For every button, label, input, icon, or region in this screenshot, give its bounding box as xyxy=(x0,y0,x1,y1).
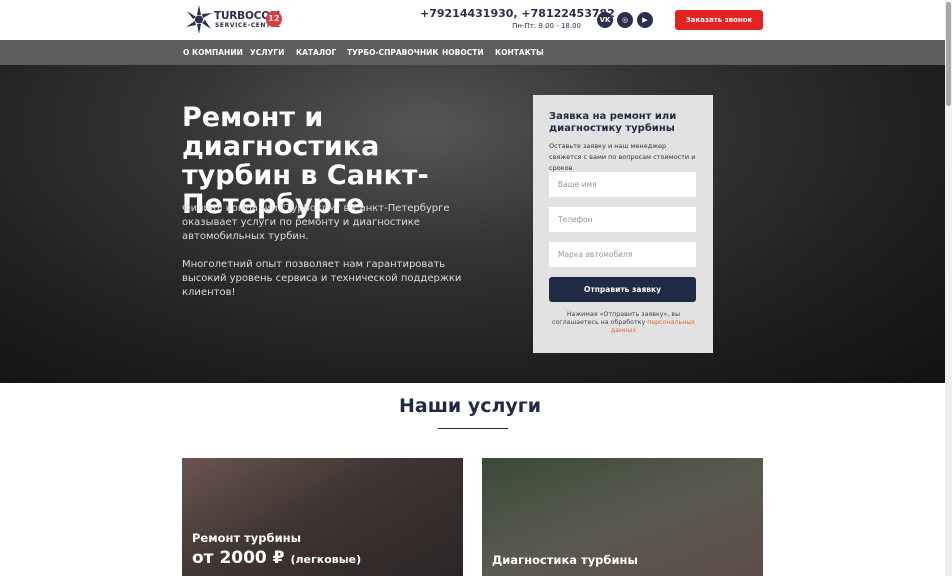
form-title: Заявка на ремонт или диагностику турбины xyxy=(549,111,677,134)
phone-numbers[interactable]: +79214431930, +78122453782 xyxy=(420,7,615,20)
form-description: Оставьте заявку и наш менеджер свяжется … xyxy=(549,142,696,172)
service-card-diagnostics[interactable]: Диагностика турбины xyxy=(482,458,763,576)
service-card-price: от 2000 ₽ (легковые) xyxy=(192,548,361,568)
page: TURBOCOM SERVICE-CENTRE 12 +79214431930,… xyxy=(0,0,945,576)
turbine-logo-icon xyxy=(186,5,212,34)
vk-icon[interactable]: VK xyxy=(597,12,613,28)
nav-item-contacts[interactable]: КОНТАКТЫ xyxy=(495,40,544,65)
request-form: Заявка на ремонт или диагностику турбины… xyxy=(533,95,713,353)
hero-section: Ремонт и диагностика турбин в Санкт-Пете… xyxy=(0,65,945,383)
title-divider xyxy=(438,428,508,429)
working-hours: Пн-Пт: 9.00 - 18.00 xyxy=(512,22,581,30)
car-brand-field[interactable]: Марка автомобиля xyxy=(549,242,696,267)
nav-item-catalog[interactable]: КАТАЛОГ xyxy=(296,40,336,65)
youtube-icon[interactable]: ▶ xyxy=(637,12,653,28)
phone-field[interactable]: Телефон xyxy=(549,207,696,232)
nav-item-news[interactable]: НОВОСТИ xyxy=(442,40,484,65)
service-card-repair[interactable]: Ремонт турбины от 2000 ₽ (легковые) xyxy=(182,458,463,576)
header: TURBOCOM SERVICE-CENTRE 12 +79214431930,… xyxy=(0,0,945,40)
services-title: Наши услуги xyxy=(398,395,542,417)
nav-item-services[interactable]: УСЛУГИ xyxy=(250,40,284,65)
service-card-title: Ремонт турбины xyxy=(192,531,301,545)
main-nav: О КОМПАНИИ УСЛУГИ КАТАЛОГ ТУРБО-СПРАВОЧН… xyxy=(0,40,945,65)
logo-badge: 12 xyxy=(266,11,282,27)
price-value: от 2000 ₽ xyxy=(192,548,285,568)
nav-item-turbo-guide[interactable]: ТУРБО-СПРАВОЧНИК xyxy=(347,40,439,65)
submit-request-button[interactable]: Отправить заявку xyxy=(549,277,696,302)
name-field[interactable]: Ваше имя xyxy=(549,172,696,197)
order-call-button[interactable]: Заказать звонок xyxy=(675,10,763,30)
instagram-icon[interactable]: ◎ xyxy=(617,12,633,28)
hero-paragraph-1: Филиал компании "Турбоком" в Санкт-Петер… xyxy=(182,203,450,242)
nav-item-about[interactable]: О КОМПАНИИ xyxy=(183,40,243,65)
hero-paragraph-2: Многолетний опыт позволяет нам гарантиро… xyxy=(182,259,462,298)
scrollbar-thumb[interactable] xyxy=(946,2,951,106)
consent-text: Нажимая «Отправить заявку», вы соглашает… xyxy=(551,311,696,335)
price-note: (легковые) xyxy=(290,553,362,566)
logo[interactable]: TURBOCOM SERVICE-CENTRE 12 xyxy=(184,3,282,36)
service-card-title: Диагностика турбины xyxy=(492,553,638,567)
